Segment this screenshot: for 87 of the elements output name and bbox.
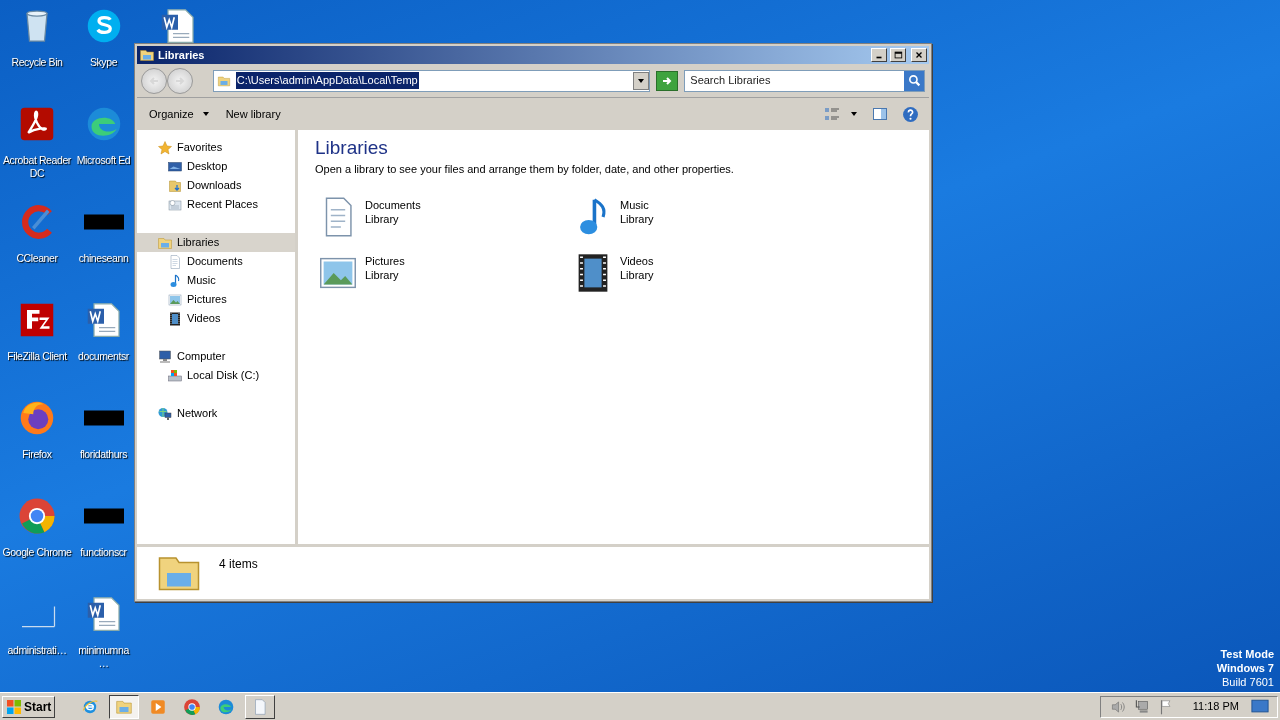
desktop-icon-label[interactable]: Skype (89, 56, 118, 69)
address-text: C:\Users\admin\AppData\Local\Temp (235, 72, 419, 89)
library-item[interactable]: Videos Library (570, 249, 825, 296)
desktop-icon-label[interactable]: Recycle Bin (11, 56, 63, 69)
desktop-icon-label[interactable]: documentsr (78, 350, 129, 363)
film-icon (167, 310, 183, 327)
search-input[interactable]: Search Libraries (685, 72, 904, 89)
nav-item[interactable]: Videos (137, 309, 295, 328)
folder-download-icon (167, 177, 183, 194)
show-desktop-button[interactable] (1251, 699, 1269, 714)
hard-disk-icon (167, 367, 183, 384)
close-icon (914, 50, 924, 60)
desktop-icon-label[interactable]: chineseann (78, 252, 129, 265)
toolbar-button[interactable]: Organize (143, 102, 216, 126)
taskbar-app-button[interactable] (109, 694, 140, 719)
desktop-icon-label[interactable]: functionscr (80, 546, 127, 559)
help-icon (902, 105, 919, 123)
nav-item[interactable]: Downloads (137, 176, 295, 195)
desktop-icon-label[interactable]: administrati… (7, 644, 67, 657)
maximize-icon (893, 50, 903, 60)
chrome-icon (17, 496, 57, 536)
windows-logo-icon (6, 698, 22, 715)
library-item[interactable]: Documents Library (315, 193, 570, 240)
pane-icon (872, 106, 888, 122)
forward-arrow-icon (173, 74, 186, 87)
browser-e-icon (81, 697, 100, 716)
library-type: Library (365, 267, 400, 282)
library-type: Library (365, 211, 400, 226)
address-bar[interactable]: C:\Users\admin\AppData\Local\Temp (212, 69, 651, 92)
library-name: Music (620, 197, 650, 212)
search-button[interactable] (904, 70, 924, 91)
nav-item[interactable]: Computer (137, 347, 295, 366)
go-button[interactable] (656, 70, 679, 91)
os-notice-text: Build 7601 (1222, 675, 1274, 689)
desktop-icon-label[interactable]: FileZilla Client (7, 350, 67, 363)
library-type: Library (620, 267, 654, 282)
os-notice-text: Test Mode (1220, 647, 1274, 661)
monitor-icon (1251, 699, 1269, 714)
search-field[interactable]: Search Libraries (684, 69, 925, 92)
desktop-icon-label[interactable]: Microsoft Ed (76, 154, 131, 167)
desktop-icon-label[interactable]: floridathurs (79, 448, 128, 461)
window-icon (139, 47, 155, 63)
maximize-button[interactable] (890, 48, 906, 62)
edge-icon (217, 697, 236, 716)
search-icon (907, 74, 921, 87)
nav-item[interactable]: Recent Places (137, 195, 295, 214)
minimize-button[interactable] (871, 48, 887, 62)
desktop-icon-label[interactable]: Acrobat Reader DC (0, 154, 74, 180)
computer-icon (157, 348, 173, 365)
nav-item[interactable]: Local Disk (C:) (137, 366, 295, 385)
chrome-icon (183, 697, 202, 716)
page-heading: Libraries (315, 136, 389, 160)
library-type: Library (620, 211, 654, 226)
nav-item[interactable]: Favorites (137, 138, 295, 157)
library-name: Documents (365, 197, 421, 212)
nav-item[interactable]: Desktop (137, 157, 295, 176)
library-item[interactable]: Pictures Library (315, 249, 570, 296)
toolbar-button[interactable]: New library (219, 102, 287, 126)
library-item[interactable]: Music Library (570, 193, 825, 240)
caret-icon (850, 110, 858, 118)
close-button[interactable] (911, 48, 927, 62)
library-name: Pictures (365, 253, 405, 268)
nav-item[interactable]: Documents (137, 252, 295, 271)
item-count: 4 items (219, 556, 258, 573)
desktop-icon-label[interactable]: Google Chrome (2, 546, 72, 559)
page-description: Open a library to see your files and arrange them by folder, date, and other properties. (315, 162, 735, 177)
media-player-icon (149, 697, 168, 716)
nav-item[interactable]: Libraries (137, 233, 295, 252)
nav-item[interactable]: Music (137, 271, 295, 290)
os-notice-text: Windows 7 (1216, 661, 1274, 675)
network-globe-icon (157, 405, 173, 422)
nav-item[interactable]: Network (137, 404, 295, 423)
arrow-icon (661, 74, 674, 87)
desktop-icon-label[interactable]: CCleaner (16, 252, 58, 265)
back-arrow-icon (147, 74, 160, 87)
desktop-icon-label[interactable]: Firefox (22, 448, 52, 461)
nav-item[interactable]: Pictures (137, 290, 295, 309)
picture-icon (167, 291, 183, 308)
start-button[interactable]: Start (2, 695, 56, 718)
caret-icon (637, 76, 646, 85)
library-name: Videos (620, 253, 654, 268)
desktop-icon-label[interactable]: minimumna… (74, 644, 133, 670)
star-icon (157, 139, 173, 156)
view-list-icon (824, 106, 840, 122)
dropdown-button[interactable] (633, 71, 650, 90)
window-title: Libraries (158, 47, 205, 63)
clock[interactable]: 11:18 PM (1192, 698, 1239, 715)
